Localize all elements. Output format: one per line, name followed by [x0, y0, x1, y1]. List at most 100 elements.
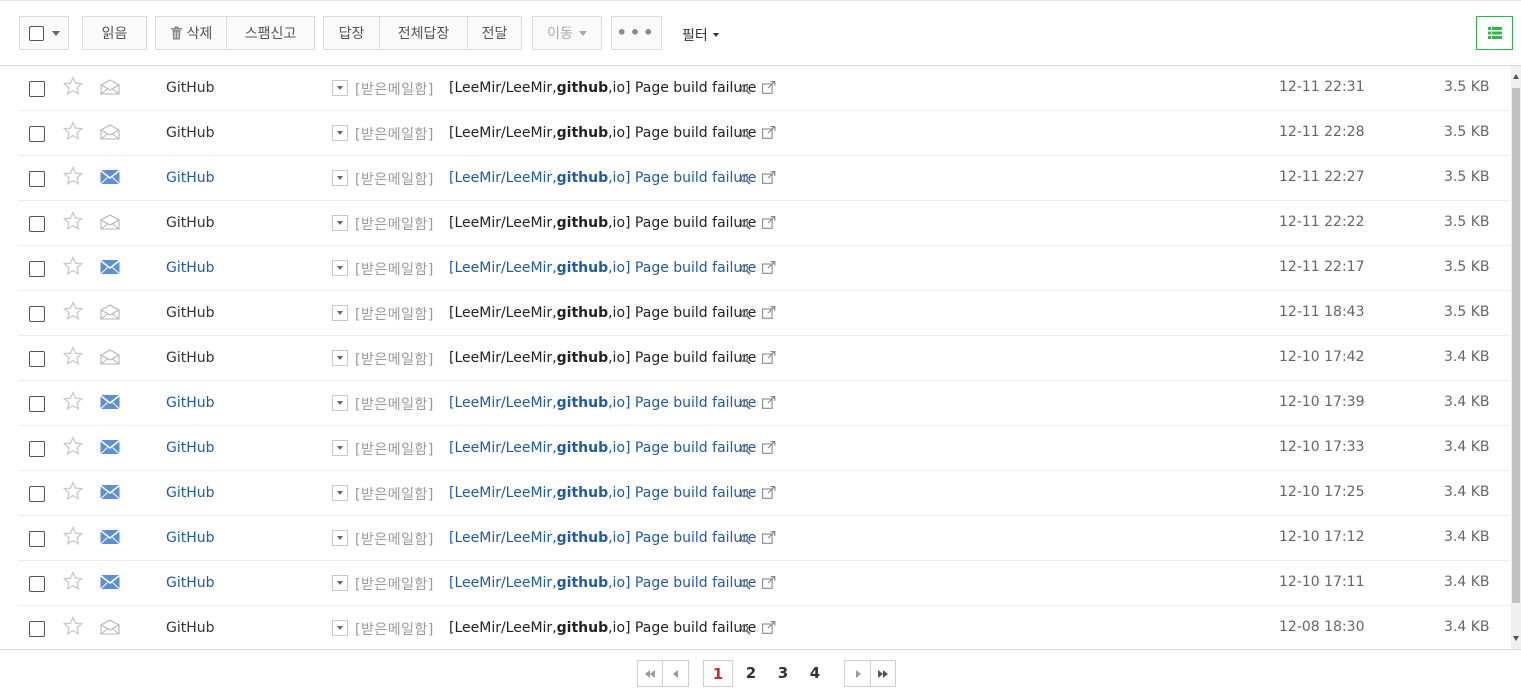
row-checkbox[interactable] — [29, 126, 45, 142]
row-checkbox[interactable] — [29, 261, 45, 277]
mail-sender[interactable]: GitHub — [166, 440, 215, 456]
scroll-thumb[interactable] — [1512, 88, 1520, 603]
mail-menu-dropdown[interactable] — [332, 80, 348, 96]
mail-menu-dropdown[interactable] — [332, 440, 348, 456]
mail-menu-dropdown[interactable] — [332, 530, 348, 546]
search-icon[interactable] — [740, 488, 751, 504]
more-button[interactable]: ••• — [611, 16, 662, 50]
search-icon[interactable] — [740, 533, 751, 549]
open-new-window-icon[interactable] — [762, 261, 776, 278]
forward-button[interactable]: 전달 — [467, 16, 522, 50]
mail-menu-dropdown[interactable] — [332, 125, 348, 141]
mail-subject[interactable]: [LeeMir/LeeMir,github,io] Page build fai… — [449, 305, 756, 321]
mail-menu-dropdown[interactable] — [332, 305, 348, 321]
spam-report-button[interactable]: 스팸신고 — [226, 16, 315, 50]
envelope-unread-icon[interactable] — [100, 169, 120, 189]
mail-subject[interactable]: [LeeMir/LeeMir,github,io] Page build fai… — [449, 530, 756, 546]
search-icon[interactable] — [740, 578, 751, 594]
star-icon[interactable] — [62, 165, 84, 190]
open-new-window-icon[interactable] — [762, 81, 776, 98]
mail-row[interactable]: GitHub [받은메일함] [LeeMir/LeeMir,github,io]… — [18, 381, 1510, 426]
mail-sender[interactable]: GitHub — [166, 305, 215, 321]
mail-row[interactable]: GitHub [받은메일함] [LeeMir/LeeMir,github,io]… — [18, 291, 1510, 336]
mail-subject[interactable]: [LeeMir/LeeMir,github,io] Page build fai… — [449, 350, 756, 366]
mail-subject[interactable]: [LeeMir/LeeMir,github,io] Page build fai… — [449, 215, 756, 231]
row-checkbox[interactable] — [29, 531, 45, 547]
first-page-button[interactable] — [637, 660, 663, 687]
search-icon[interactable] — [740, 128, 751, 144]
search-icon[interactable] — [740, 308, 751, 324]
mail-subject[interactable]: [LeeMir/LeeMir,github,io] Page build fai… — [449, 260, 756, 276]
mail-row[interactable]: GitHub [받은메일함] [LeeMir/LeeMir,github,io]… — [18, 516, 1510, 561]
mail-menu-dropdown[interactable] — [332, 395, 348, 411]
list-view-toggle[interactable] — [1476, 16, 1513, 50]
star-icon[interactable] — [62, 210, 84, 235]
row-checkbox[interactable] — [29, 621, 45, 637]
mail-subject[interactable]: [LeeMir/LeeMir,github,io] Page build fai… — [449, 170, 756, 186]
star-icon[interactable] — [62, 570, 84, 595]
star-icon[interactable] — [62, 345, 84, 370]
select-all-checkbox[interactable] — [28, 25, 44, 41]
envelope-open-icon[interactable] — [100, 79, 120, 99]
mail-sender[interactable]: GitHub — [166, 575, 215, 591]
mail-row[interactable]: GitHub [받은메일함] [LeeMir/LeeMir,github,io]… — [18, 606, 1510, 649]
star-icon[interactable] — [62, 390, 84, 415]
search-icon[interactable] — [740, 218, 751, 234]
search-icon[interactable] — [740, 353, 751, 369]
mail-menu-dropdown[interactable] — [332, 575, 348, 591]
filter-dropdown[interactable]: 필터 — [682, 25, 719, 45]
mail-sender[interactable]: GitHub — [166, 350, 215, 366]
envelope-open-icon[interactable] — [100, 124, 120, 144]
current-page[interactable]: 1 — [703, 660, 733, 687]
mail-subject[interactable]: [LeeMir/LeeMir,github,io] Page build fai… — [449, 125, 756, 141]
page-link-4[interactable]: 4 — [805, 664, 825, 682]
envelope-open-icon[interactable] — [100, 304, 120, 324]
envelope-unread-icon[interactable] — [100, 529, 120, 549]
mail-sender[interactable]: GitHub — [166, 395, 215, 411]
row-checkbox[interactable] — [29, 486, 45, 502]
scrollbar[interactable] — [1511, 66, 1521, 649]
reply-all-button[interactable]: 전체답장 — [379, 16, 467, 50]
open-new-window-icon[interactable] — [762, 441, 776, 458]
envelope-open-icon[interactable] — [100, 214, 120, 234]
envelope-unread-icon[interactable] — [100, 259, 120, 279]
search-icon[interactable] — [740, 83, 751, 99]
row-checkbox[interactable] — [29, 441, 45, 457]
mail-row[interactable]: GitHub [받은메일함] [LeeMir/LeeMir,github,io]… — [18, 156, 1510, 201]
open-new-window-icon[interactable] — [762, 351, 776, 368]
open-new-window-icon[interactable] — [762, 576, 776, 593]
row-checkbox[interactable] — [29, 306, 45, 322]
envelope-unread-icon[interactable] — [100, 439, 120, 459]
mail-sender[interactable]: GitHub — [166, 215, 215, 231]
select-all-dropdown[interactable] — [19, 16, 69, 50]
mail-sender[interactable]: GitHub — [166, 260, 215, 276]
mail-subject[interactable]: [LeeMir/LeeMir,github,io] Page build fai… — [449, 575, 756, 591]
mail-row[interactable]: GitHub [받은메일함] [LeeMir/LeeMir,github,io]… — [18, 66, 1510, 111]
last-page-button[interactable] — [870, 660, 896, 687]
mail-sender[interactable]: GitHub — [166, 620, 215, 636]
open-new-window-icon[interactable] — [762, 486, 776, 503]
star-icon[interactable] — [62, 615, 84, 640]
search-icon[interactable] — [740, 173, 751, 189]
scroll-down-arrow-icon[interactable] — [1513, 636, 1519, 641]
mail-menu-dropdown[interactable] — [332, 215, 348, 231]
search-icon[interactable] — [740, 443, 751, 459]
prev-page-button[interactable] — [662, 660, 689, 687]
star-icon[interactable] — [62, 75, 84, 100]
envelope-unread-icon[interactable] — [100, 394, 120, 414]
envelope-unread-icon[interactable] — [100, 484, 120, 504]
row-checkbox[interactable] — [29, 81, 45, 97]
envelope-unread-icon[interactable] — [100, 574, 120, 594]
mail-subject[interactable]: [LeeMir/LeeMir,github,io] Page build fai… — [449, 440, 756, 456]
mail-subject[interactable]: [LeeMir/LeeMir,github,io] Page build fai… — [449, 395, 756, 411]
mail-row[interactable]: GitHub [받은메일함] [LeeMir/LeeMir,github,io]… — [18, 246, 1510, 291]
open-new-window-icon[interactable] — [762, 171, 776, 188]
page-link-3[interactable]: 3 — [773, 664, 793, 682]
mail-menu-dropdown[interactable] — [332, 485, 348, 501]
mail-row[interactable]: GitHub [받은메일함] [LeeMir/LeeMir,github,io]… — [18, 111, 1510, 156]
mail-menu-dropdown[interactable] — [332, 350, 348, 366]
row-checkbox[interactable] — [29, 171, 45, 187]
row-checkbox[interactable] — [29, 396, 45, 412]
mail-sender[interactable]: GitHub — [166, 80, 215, 96]
mail-subject[interactable]: [LeeMir/LeeMir,github,io] Page build fai… — [449, 620, 756, 636]
